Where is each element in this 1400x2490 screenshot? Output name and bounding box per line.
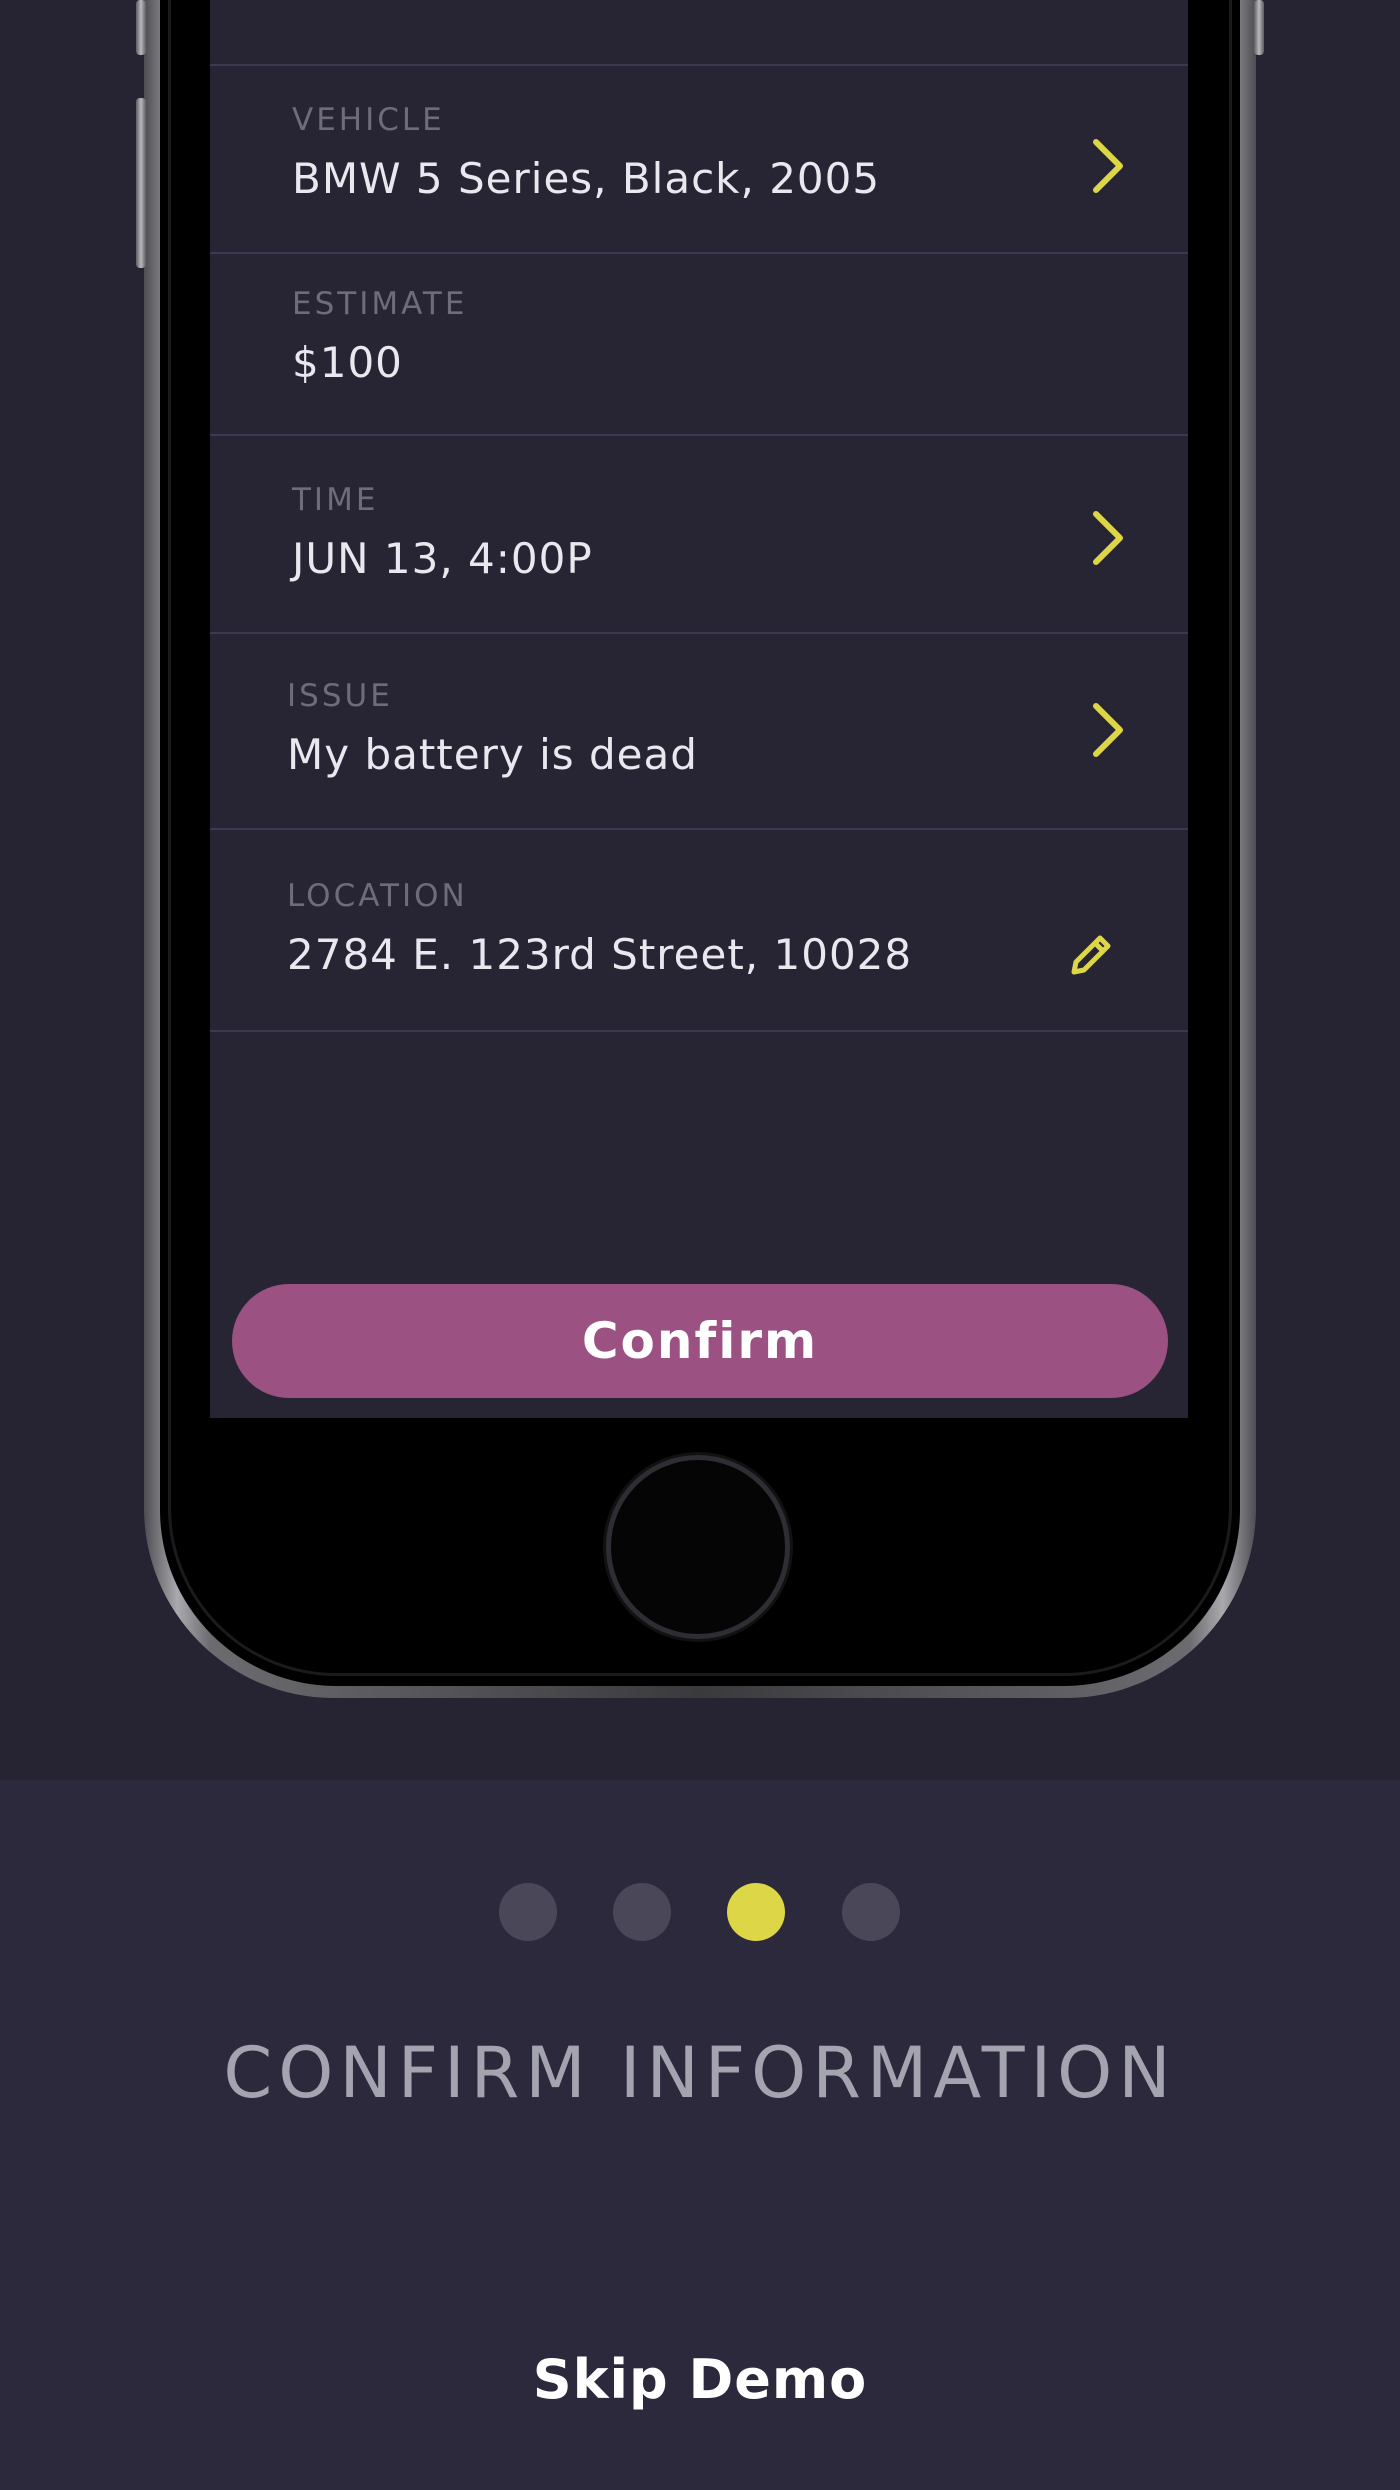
- chevron-right-icon[interactable]: [1088, 138, 1128, 194]
- estimate-label: ESTIMATE: [292, 286, 468, 322]
- phone-power-button: [1254, 0, 1264, 55]
- estimate-value: $100: [292, 338, 403, 387]
- pagination-dots: [0, 1883, 1400, 1941]
- chevron-right-icon[interactable]: [1088, 510, 1128, 566]
- vehicle-value: BMW 5 Series, Black, 2005: [292, 154, 881, 203]
- vehicle-label: VEHICLE: [292, 102, 445, 138]
- page-title: CONFIRM INFORMATION: [223, 2032, 1177, 2114]
- location-value: 2784 E. 123rd Street, 10028: [287, 930, 913, 979]
- pagination-dot-active[interactable]: [727, 1883, 785, 1941]
- pagination-dot[interactable]: [499, 1883, 557, 1941]
- issue-value: My battery is dead: [287, 730, 698, 779]
- skip-demo-button[interactable]: Skip Demo: [450, 2340, 950, 2420]
- chevron-right-icon[interactable]: [1088, 702, 1128, 758]
- row-location[interactable]: LOCATION 2784 E. 123rd Street, 10028: [210, 830, 1188, 1032]
- row-estimate: ESTIMATE $100: [210, 254, 1188, 436]
- confirm-button[interactable]: Confirm: [232, 1284, 1168, 1398]
- time-label: TIME: [292, 482, 379, 518]
- pagination-dot[interactable]: [613, 1883, 671, 1941]
- row-time[interactable]: TIME JUN 13, 4:00P: [210, 436, 1188, 634]
- row-vehicle[interactable]: VEHICLE BMW 5 Series, Black, 2005: [210, 66, 1188, 254]
- home-button: [611, 1460, 785, 1634]
- phone-side-button: [136, 0, 146, 55]
- issue-label: ISSUE: [287, 678, 393, 714]
- row-top-divider: [210, 0, 1188, 66]
- time-value: JUN 13, 4:00P: [292, 534, 593, 583]
- phone-preview-area: VEHICLE BMW 5 Series, Black, 2005 ESTIMA…: [0, 0, 1400, 1780]
- phone-volume-button: [136, 98, 146, 268]
- phone-screen: VEHICLE BMW 5 Series, Black, 2005 ESTIMA…: [210, 0, 1188, 1418]
- pencil-icon[interactable]: [1066, 930, 1116, 980]
- location-label: LOCATION: [287, 878, 468, 914]
- row-issue[interactable]: ISSUE My battery is dead: [210, 634, 1188, 830]
- onboarding-footer: CONFIRM INFORMATION Skip Demo: [0, 1780, 1400, 2490]
- pagination-dot[interactable]: [842, 1883, 900, 1941]
